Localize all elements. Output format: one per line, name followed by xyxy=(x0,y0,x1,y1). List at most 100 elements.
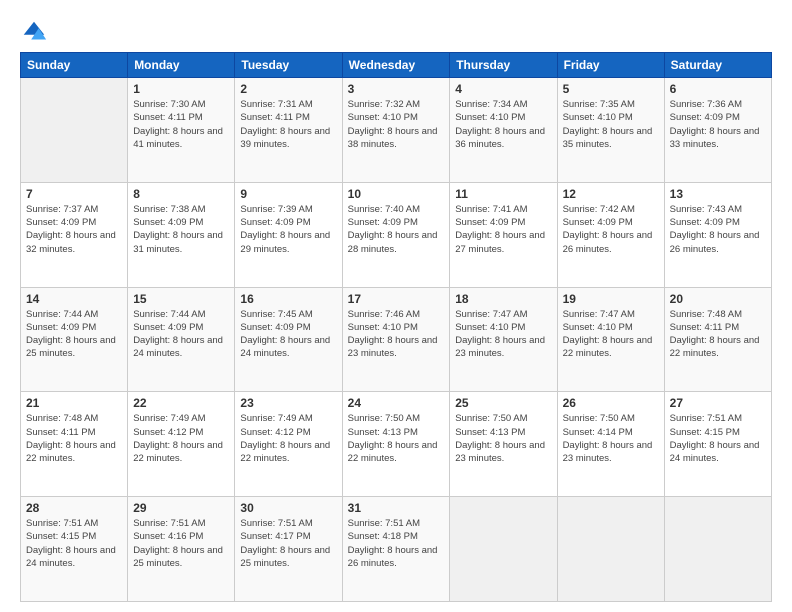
day-number: 17 xyxy=(348,292,445,306)
header xyxy=(20,18,772,46)
day-cell: 29 Sunrise: 7:51 AMSunset: 4:16 PMDayligh… xyxy=(128,497,235,602)
day-info: Sunrise: 7:49 AMSunset: 4:12 PMDaylight:… xyxy=(133,412,229,465)
page: SundayMondayTuesdayWednesdayThursdayFrid… xyxy=(0,0,792,612)
day-info: Sunrise: 7:37 AMSunset: 4:09 PMDaylight:… xyxy=(26,203,122,256)
day-info: Sunrise: 7:41 AMSunset: 4:09 PMDaylight:… xyxy=(455,203,551,256)
day-info: Sunrise: 7:51 AMSunset: 4:15 PMDaylight:… xyxy=(26,517,122,570)
week-row-5: 28 Sunrise: 7:51 AMSunset: 4:15 PMDayligh… xyxy=(21,497,772,602)
day-number: 4 xyxy=(455,82,551,96)
day-cell: 30 Sunrise: 7:51 AMSunset: 4:17 PMDayligh… xyxy=(235,497,342,602)
day-number: 11 xyxy=(455,187,551,201)
day-number: 27 xyxy=(670,396,766,410)
weekday-header-tuesday: Tuesday xyxy=(235,53,342,78)
day-cell: 23Sunrise: 7:49 AMSunset: 4:12 PMDayligh… xyxy=(235,392,342,497)
day-cell xyxy=(450,497,557,602)
day-cell: 17 Sunrise: 7:46 AMSunset: 4:10 PMDayligh… xyxy=(342,287,450,392)
day-info: Sunrise: 7:44 AMSunset: 4:09 PMDaylight:… xyxy=(26,308,122,361)
day-info: Sunrise: 7:34 AMSunset: 4:10 PMDaylight:… xyxy=(455,98,551,151)
weekday-header-wednesday: Wednesday xyxy=(342,53,450,78)
day-cell: 4 Sunrise: 7:34 AMSunset: 4:10 PMDaylight… xyxy=(450,78,557,183)
day-number: 30 xyxy=(240,501,336,515)
day-number: 6 xyxy=(670,82,766,96)
day-info: Sunrise: 7:45 AMSunset: 4:09 PMDaylight:… xyxy=(240,308,336,361)
day-cell xyxy=(664,497,771,602)
day-cell: 28 Sunrise: 7:51 AMSunset: 4:15 PMDayligh… xyxy=(21,497,128,602)
day-cell: 12Sunrise: 7:42 AMSunset: 4:09 PMDayligh… xyxy=(557,182,664,287)
day-cell: 14 Sunrise: 7:44 AMSunset: 4:09 PMDayligh… xyxy=(21,287,128,392)
day-number: 10 xyxy=(348,187,445,201)
weekday-header-friday: Friday xyxy=(557,53,664,78)
day-cell: 24Sunrise: 7:50 AMSunset: 4:13 PMDayligh… xyxy=(342,392,450,497)
day-cell: 27 Sunrise: 7:51 AMSunset: 4:15 PMDayligh… xyxy=(664,392,771,497)
weekday-header-thursday: Thursday xyxy=(450,53,557,78)
day-cell: 21 Sunrise: 7:48 AMSunset: 4:11 PMDayligh… xyxy=(21,392,128,497)
day-info: Sunrise: 7:44 AMSunset: 4:09 PMDaylight:… xyxy=(133,308,229,361)
day-cell: 31 Sunrise: 7:51 AMSunset: 4:18 PMDayligh… xyxy=(342,497,450,602)
day-number: 25 xyxy=(455,396,551,410)
day-info: Sunrise: 7:48 AMSunset: 4:11 PMDaylight:… xyxy=(26,412,122,465)
day-info: Sunrise: 7:38 AMSunset: 4:09 PMDaylight:… xyxy=(133,203,229,256)
day-number: 19 xyxy=(563,292,659,306)
day-cell: 11 Sunrise: 7:41 AMSunset: 4:09 PMDayligh… xyxy=(450,182,557,287)
day-number: 1 xyxy=(133,82,229,96)
day-number: 29 xyxy=(133,501,229,515)
day-cell: 6 Sunrise: 7:36 AMSunset: 4:09 PMDaylight… xyxy=(664,78,771,183)
day-info: Sunrise: 7:50 AMSunset: 4:13 PMDaylight:… xyxy=(455,412,551,465)
day-info: Sunrise: 7:43 AMSunset: 4:09 PMDaylight:… xyxy=(670,203,766,256)
day-number: 7 xyxy=(26,187,122,201)
day-number: 20 xyxy=(670,292,766,306)
logo-icon xyxy=(20,18,48,46)
day-number: 12 xyxy=(563,187,659,201)
day-info: Sunrise: 7:36 AMSunset: 4:09 PMDaylight:… xyxy=(670,98,766,151)
day-info: Sunrise: 7:51 AMSunset: 4:18 PMDaylight:… xyxy=(348,517,445,570)
day-number: 26 xyxy=(563,396,659,410)
day-info: Sunrise: 7:39 AMSunset: 4:09 PMDaylight:… xyxy=(240,203,336,256)
day-info: Sunrise: 7:31 AMSunset: 4:11 PMDaylight:… xyxy=(240,98,336,151)
day-info: Sunrise: 7:51 AMSunset: 4:15 PMDaylight:… xyxy=(670,412,766,465)
day-info: Sunrise: 7:47 AMSunset: 4:10 PMDaylight:… xyxy=(563,308,659,361)
day-info: Sunrise: 7:30 AMSunset: 4:11 PMDaylight:… xyxy=(133,98,229,151)
day-info: Sunrise: 7:50 AMSunset: 4:14 PMDaylight:… xyxy=(563,412,659,465)
day-cell xyxy=(21,78,128,183)
day-info: Sunrise: 7:51 AMSunset: 4:17 PMDaylight:… xyxy=(240,517,336,570)
day-info: Sunrise: 7:47 AMSunset: 4:10 PMDaylight:… xyxy=(455,308,551,361)
day-cell xyxy=(557,497,664,602)
weekday-header-sunday: Sunday xyxy=(21,53,128,78)
day-cell: 22 Sunrise: 7:49 AMSunset: 4:12 PMDayligh… xyxy=(128,392,235,497)
day-cell: 5 Sunrise: 7:35 AMSunset: 4:10 PMDaylight… xyxy=(557,78,664,183)
day-cell: 10 Sunrise: 7:40 AMSunset: 4:09 PMDayligh… xyxy=(342,182,450,287)
day-number: 24 xyxy=(348,396,445,410)
week-row-1: 1 Sunrise: 7:30 AMSunset: 4:11 PMDaylight… xyxy=(21,78,772,183)
day-cell: 20 Sunrise: 7:48 AMSunset: 4:11 PMDayligh… xyxy=(664,287,771,392)
day-info: Sunrise: 7:51 AMSunset: 4:16 PMDaylight:… xyxy=(133,517,229,570)
day-info: Sunrise: 7:48 AMSunset: 4:11 PMDaylight:… xyxy=(670,308,766,361)
day-number: 22 xyxy=(133,396,229,410)
day-info: Sunrise: 7:32 AMSunset: 4:10 PMDaylight:… xyxy=(348,98,445,151)
day-cell: 18 Sunrise: 7:47 AMSunset: 4:10 PMDayligh… xyxy=(450,287,557,392)
day-info: Sunrise: 7:40 AMSunset: 4:09 PMDaylight:… xyxy=(348,203,445,256)
weekday-header-monday: Monday xyxy=(128,53,235,78)
day-cell: 3 Sunrise: 7:32 AMSunset: 4:10 PMDaylight… xyxy=(342,78,450,183)
day-cell: 8Sunrise: 7:38 AMSunset: 4:09 PMDaylight… xyxy=(128,182,235,287)
calendar: SundayMondayTuesdayWednesdayThursdayFrid… xyxy=(20,52,772,602)
day-cell: 13Sunrise: 7:43 AMSunset: 4:09 PMDayligh… xyxy=(664,182,771,287)
day-number: 18 xyxy=(455,292,551,306)
weekday-header-row: SundayMondayTuesdayWednesdayThursdayFrid… xyxy=(21,53,772,78)
day-number: 31 xyxy=(348,501,445,515)
day-number: 2 xyxy=(240,82,336,96)
logo xyxy=(20,18,52,46)
day-cell: 7 Sunrise: 7:37 AMSunset: 4:09 PMDaylight… xyxy=(21,182,128,287)
day-number: 28 xyxy=(26,501,122,515)
day-info: Sunrise: 7:46 AMSunset: 4:10 PMDaylight:… xyxy=(348,308,445,361)
day-number: 3 xyxy=(348,82,445,96)
day-cell: 16Sunrise: 7:45 AMSunset: 4:09 PMDayligh… xyxy=(235,287,342,392)
day-number: 21 xyxy=(26,396,122,410)
day-info: Sunrise: 7:49 AMSunset: 4:12 PMDaylight:… xyxy=(240,412,336,465)
day-number: 14 xyxy=(26,292,122,306)
day-number: 5 xyxy=(563,82,659,96)
day-number: 9 xyxy=(240,187,336,201)
day-info: Sunrise: 7:35 AMSunset: 4:10 PMDaylight:… xyxy=(563,98,659,151)
day-cell: 26 Sunrise: 7:50 AMSunset: 4:14 PMDayligh… xyxy=(557,392,664,497)
day-cell: 25 Sunrise: 7:50 AMSunset: 4:13 PMDayligh… xyxy=(450,392,557,497)
day-cell: 19 Sunrise: 7:47 AMSunset: 4:10 PMDayligh… xyxy=(557,287,664,392)
